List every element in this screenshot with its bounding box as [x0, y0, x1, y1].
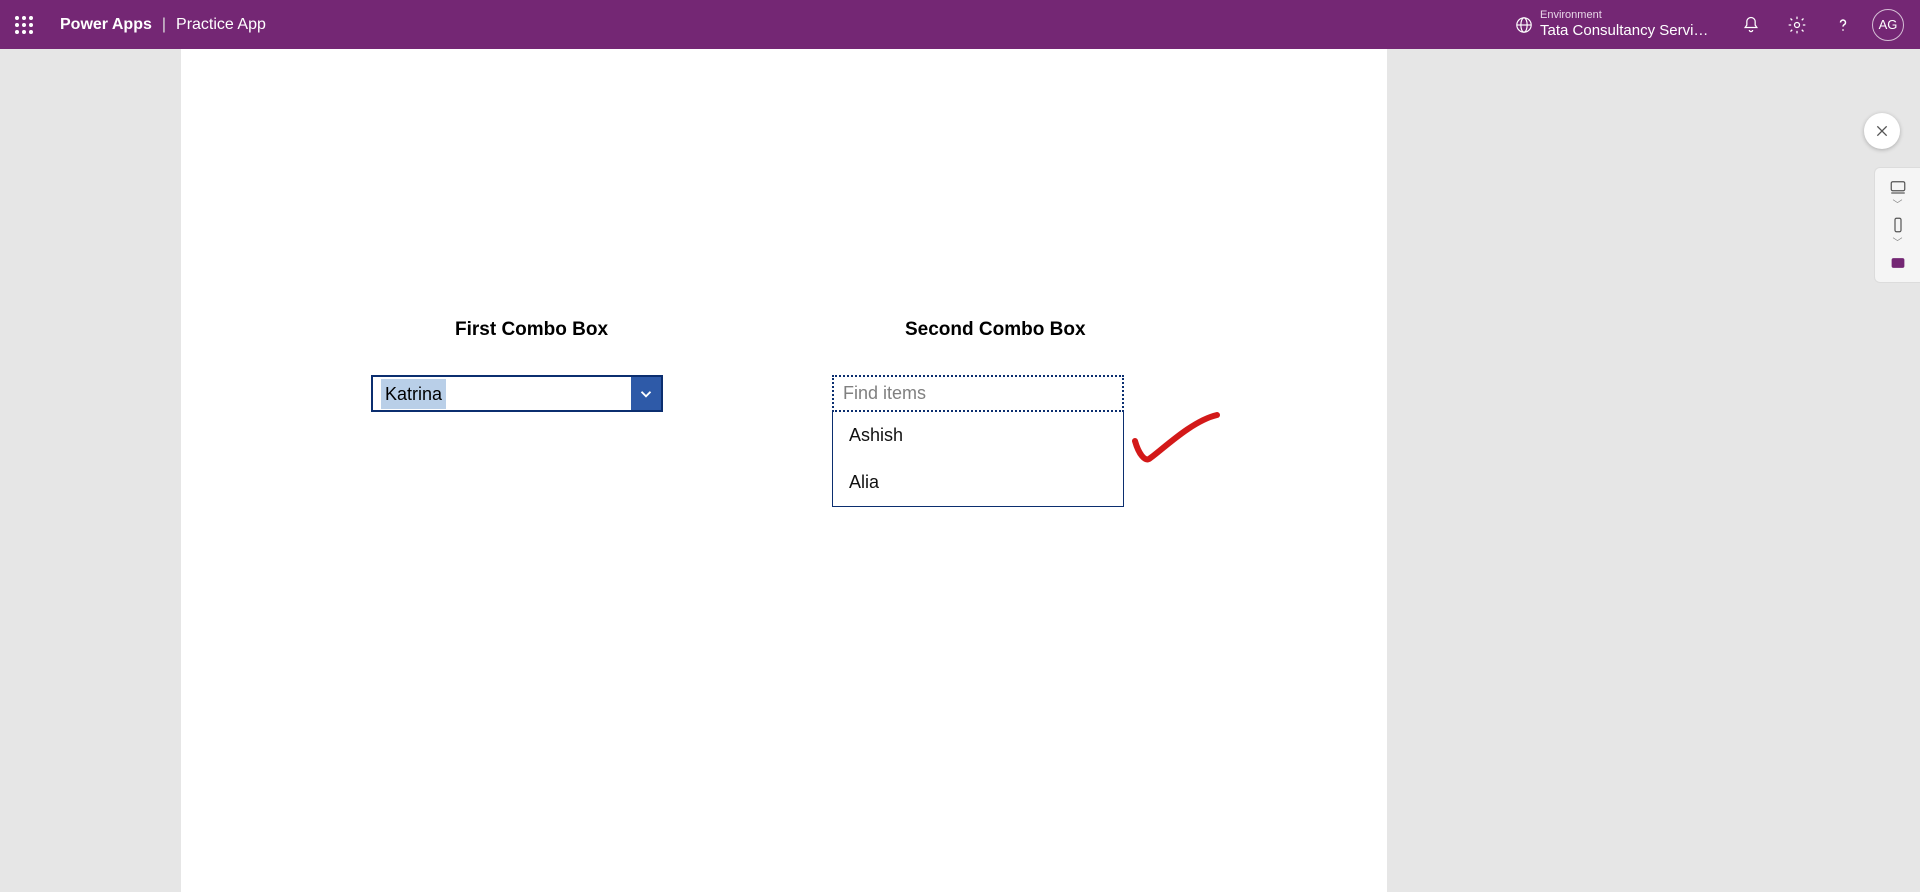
- help-icon: [1833, 15, 1853, 35]
- app-launcher-icon: [15, 16, 33, 34]
- preview-stage: First Combo Box Second Combo Box Katrina…: [0, 49, 1920, 892]
- close-icon: [1874, 123, 1890, 139]
- header-bar: Power Apps | Practice App Environment Ta…: [0, 0, 1920, 49]
- settings-icon: [1787, 15, 1807, 35]
- app-launcher-button[interactable]: [0, 1, 48, 49]
- user-avatar[interactable]: AG: [1872, 9, 1904, 41]
- app-name-label[interactable]: Practice App: [176, 16, 266, 34]
- avatar-initials: AG: [1879, 17, 1898, 32]
- first-combobox[interactable]: Katrina: [371, 375, 663, 412]
- second-combobox-item[interactable]: Ashish: [833, 412, 1123, 459]
- device-phone-chevron[interactable]: ﹀: [1893, 240, 1903, 248]
- device-phone-button[interactable]: [1884, 214, 1912, 236]
- combo2-label: Second Combo Box: [905, 319, 1086, 341]
- brand-label[interactable]: Power Apps: [60, 16, 152, 34]
- combo1-label: First Combo Box: [455, 319, 608, 341]
- brand-separator: |: [162, 16, 166, 34]
- device-desktop-button[interactable]: [1884, 176, 1912, 198]
- second-combobox-item[interactable]: Alia: [833, 459, 1123, 506]
- second-combobox-dropdown: Ashish Alia: [832, 412, 1124, 507]
- environment-caption: Environment: [1540, 9, 1710, 22]
- device-preview-rail: ﹀ ﹀: [1874, 167, 1920, 283]
- environment-block[interactable]: Environment Tata Consultancy Servic...: [1540, 9, 1710, 40]
- help-button[interactable]: [1820, 1, 1866, 49]
- environment-icon: [1515, 16, 1533, 34]
- device-desktop-chevron[interactable]: ﹀: [1893, 202, 1903, 210]
- device-custom-button[interactable]: [1884, 252, 1912, 274]
- second-combobox[interactable]: Ashish Alia: [832, 375, 1124, 507]
- header-right-cluster: Environment Tata Consultancy Servic... A…: [1508, 0, 1912, 49]
- environment-name: Tata Consultancy Servic...: [1540, 22, 1710, 40]
- second-combobox-search-input[interactable]: [841, 382, 1115, 405]
- notifications-icon: [1741, 15, 1761, 35]
- environment-icon-wrap[interactable]: [1508, 16, 1540, 34]
- close-preview-button[interactable]: [1864, 113, 1900, 149]
- chevron-down-icon: [637, 385, 655, 403]
- first-combobox-selection: Katrina: [373, 379, 631, 409]
- second-combobox-searchbox[interactable]: [832, 375, 1124, 412]
- phone-device-icon: [1889, 216, 1907, 234]
- first-combobox-toggle[interactable]: [631, 377, 661, 410]
- settings-button[interactable]: [1774, 1, 1820, 49]
- annotation-checkmark: [1131, 411, 1221, 466]
- app-canvas: First Combo Box Second Combo Box Katrina…: [181, 49, 1387, 892]
- notifications-button[interactable]: [1728, 1, 1774, 49]
- custom-device-icon: [1889, 254, 1907, 272]
- desktop-device-icon: [1889, 178, 1907, 196]
- first-combobox-value: Katrina: [381, 379, 446, 409]
